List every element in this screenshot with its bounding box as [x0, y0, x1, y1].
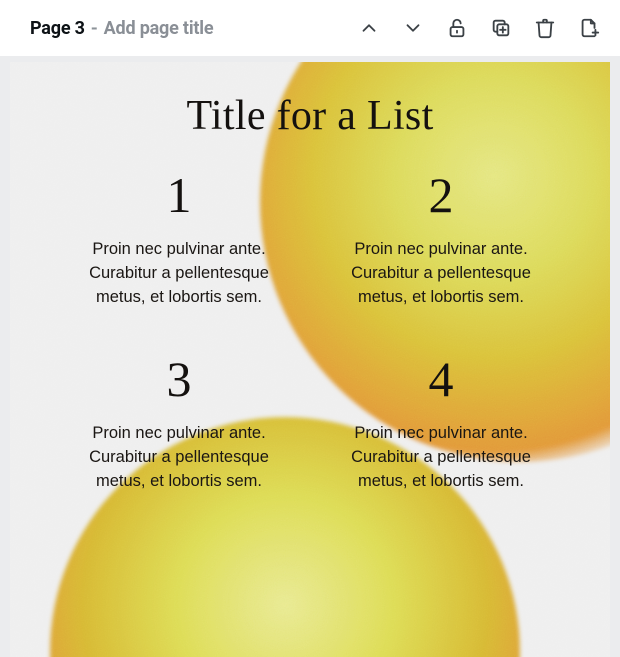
- delete-button[interactable]: [532, 15, 558, 41]
- page-toolbar: [356, 15, 602, 41]
- duplicate-icon: [490, 17, 512, 39]
- duplicate-button[interactable]: [488, 15, 514, 41]
- lock-button[interactable]: [444, 15, 470, 41]
- list-item-text: Proin nec pulvinar ante. Curabitur a pel…: [341, 238, 541, 310]
- page-number-label: Page 3: [30, 18, 85, 39]
- add-page-icon: [578, 17, 600, 39]
- list-item-number: 3: [167, 354, 192, 404]
- list-item-number: 1: [167, 170, 192, 220]
- list-title[interactable]: Title for a List: [186, 92, 433, 140]
- list-item-number: 2: [429, 170, 454, 220]
- list-item-number: 4: [429, 354, 454, 404]
- list-item-text: Proin nec pulvinar ante. Curabitur a pel…: [79, 238, 279, 310]
- page-title-group[interactable]: Page 3 - Add page title: [30, 18, 213, 39]
- list-grid: 1 Proin nec pulvinar ante. Curabitur a p…: [50, 170, 570, 494]
- trash-icon: [534, 17, 556, 39]
- chevron-down-icon: [402, 17, 424, 39]
- canvas-content: Title for a List 1 Proin nec pulvinar an…: [10, 62, 610, 657]
- list-item-3[interactable]: 3 Proin nec pulvinar ante. Curabitur a p…: [78, 354, 280, 494]
- page-title-input[interactable]: Add page title: [104, 18, 214, 39]
- add-page-button[interactable]: [576, 15, 602, 41]
- move-up-button[interactable]: [356, 15, 382, 41]
- design-canvas[interactable]: Title for a List 1 Proin nec pulvinar an…: [10, 62, 610, 657]
- list-item-1[interactable]: 1 Proin nec pulvinar ante. Curabitur a p…: [78, 170, 280, 310]
- title-separator: -: [91, 18, 98, 39]
- canvas-stage: Title for a List 1 Proin nec pulvinar an…: [0, 56, 620, 657]
- page-header: Page 3 - Add page title: [0, 0, 620, 56]
- list-item-2[interactable]: 2 Proin nec pulvinar ante. Curabitur a p…: [340, 170, 542, 310]
- chevron-up-icon: [358, 17, 380, 39]
- list-item-text: Proin nec pulvinar ante. Curabitur a pel…: [79, 422, 279, 494]
- list-item-text: Proin nec pulvinar ante. Curabitur a pel…: [341, 422, 541, 494]
- list-item-4[interactable]: 4 Proin nec pulvinar ante. Curabitur a p…: [340, 354, 542, 494]
- unlock-icon: [446, 17, 468, 39]
- move-down-button[interactable]: [400, 15, 426, 41]
